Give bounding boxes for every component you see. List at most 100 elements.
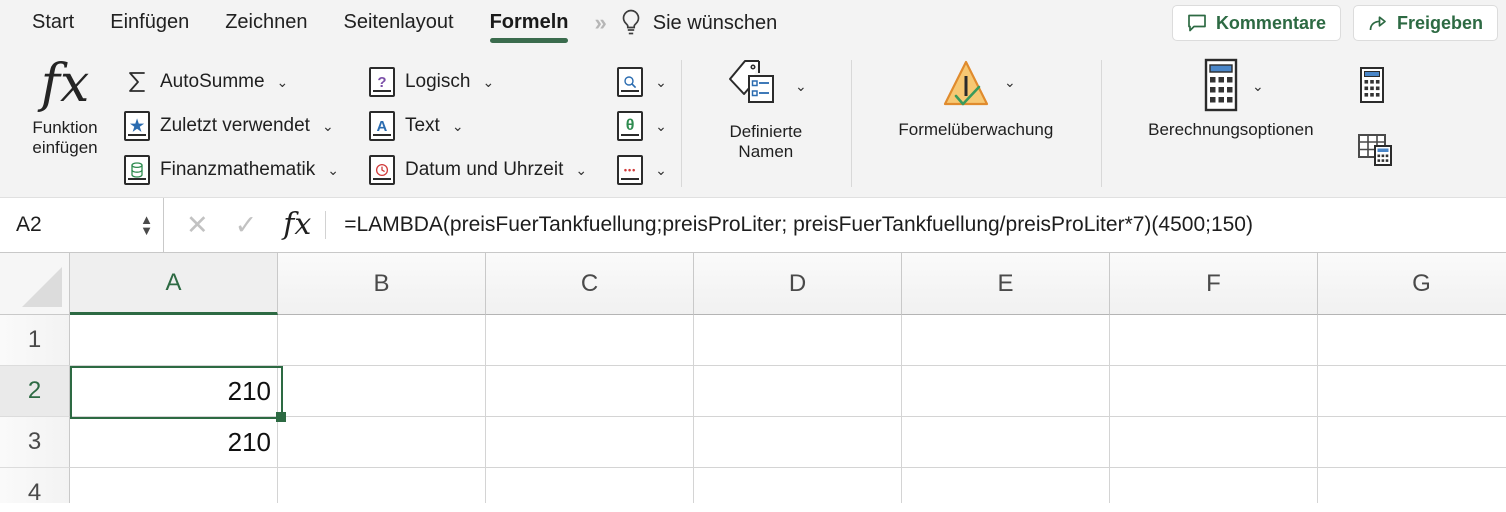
cell-a3[interactable]: 210 (70, 417, 278, 468)
name-box[interactable]: A2 ▲ ▼ (0, 198, 164, 252)
chevron-down-icon[interactable]: ⌄ (452, 118, 464, 135)
recently-used-button[interactable]: ★ Zuletzt verwendet ⌄ (120, 104, 343, 148)
cell-f3[interactable] (1110, 417, 1318, 468)
cell-c4[interactable] (486, 468, 694, 503)
text-label: Text (404, 115, 440, 136)
calculation-options-icon-wrap: ⌄ (1198, 56, 1264, 114)
cell-e4[interactable] (902, 468, 1110, 503)
name-box-spinner[interactable]: ▲ ▼ (140, 213, 153, 237)
accept-check-icon[interactable]: ✓ (235, 211, 258, 239)
column-header-b[interactable]: B (278, 253, 486, 315)
calculate-sheet-button[interactable] (1357, 132, 1393, 166)
column-header-row: A B C D E F G (0, 253, 1506, 315)
column-header-c[interactable]: C (486, 253, 694, 315)
row-header-4[interactable]: 4 (0, 468, 70, 503)
function-library-icon-column: ⌄ θ ⌄ ••• ⌄ (613, 52, 671, 192)
cell-f1[interactable] (1110, 315, 1318, 366)
recent-star-book-icon: ★ (124, 111, 150, 141)
chevron-down-icon[interactable]: ⌄ (655, 162, 667, 179)
chevron-down-icon[interactable]: ⌄ (655, 74, 667, 91)
spinner-down-icon[interactable]: ▼ (140, 224, 153, 237)
cell-b4[interactable] (278, 468, 486, 503)
cell-b3[interactable] (278, 417, 486, 468)
cell-a4[interactable] (70, 468, 278, 503)
cell-b1[interactable] (278, 315, 486, 366)
chevron-down-icon[interactable]: ⌄ (277, 74, 289, 91)
calculation-options-button[interactable]: ⌄ Berechnungsoptionen (1111, 52, 1351, 140)
cell-a2[interactable]: 210 (70, 366, 278, 417)
formula-bar-buttons: ✕ ✓ fx (164, 198, 325, 252)
share-button[interactable]: Freigeben (1352, 5, 1498, 41)
cell-b2[interactable] (278, 366, 486, 417)
cell-d1[interactable] (694, 315, 902, 366)
cell-e1[interactable] (902, 315, 1110, 366)
row-header-3[interactable]: 3 (0, 417, 70, 468)
chevron-down-icon[interactable]: ⌄ (1004, 74, 1016, 91)
financial-button[interactable]: Finanzmathematik ⌄ (120, 148, 343, 192)
chevron-down-icon[interactable]: ⌄ (482, 74, 494, 91)
cell-f4[interactable] (1110, 468, 1318, 503)
cell-g4[interactable] (1318, 468, 1506, 503)
column-header-d[interactable]: D (694, 253, 902, 315)
tab-start[interactable]: Start (14, 0, 92, 46)
cell-f2[interactable] (1110, 366, 1318, 417)
tell-me-search[interactable]: Sie wünschen (615, 8, 777, 38)
table-row: 1 (0, 315, 1506, 366)
row-header-1[interactable]: 1 (0, 315, 70, 366)
cell-c2[interactable] (486, 366, 694, 417)
date-time-button[interactable]: Datum und Uhrzeit ⌄ (365, 148, 591, 192)
tab-zeichnen[interactable]: Zeichnen (207, 0, 325, 46)
cell-e3[interactable] (902, 417, 1110, 468)
chevron-down-icon[interactable]: ⌄ (655, 118, 667, 135)
comments-button[interactable]: Kommentare (1171, 5, 1341, 41)
cell-d3[interactable] (694, 417, 902, 468)
more-functions-button[interactable]: ••• ⌄ (613, 148, 671, 192)
fx-icon[interactable]: fx (283, 210, 311, 240)
chevron-down-icon[interactable]: ⌄ (322, 118, 334, 135)
formula-auditing-button[interactable]: ⌄ Formelüberwachung (861, 52, 1091, 140)
cell-g2[interactable] (1318, 366, 1506, 417)
calculate-sheet-icon (1357, 132, 1393, 166)
autosum-button[interactable]: AutoSumme ⌄ (120, 60, 343, 104)
column-header-g[interactable]: G (1318, 253, 1506, 315)
chevron-down-icon[interactable]: ⌄ (795, 78, 807, 95)
chevron-down-icon[interactable]: ⌄ (327, 162, 339, 179)
column-header-f[interactable]: F (1110, 253, 1318, 315)
tab-overflow-chevron-icon[interactable]: » (586, 10, 614, 36)
cell-g1[interactable] (1318, 315, 1506, 366)
tab-seitenlayout[interactable]: Seitenlayout (326, 0, 472, 46)
share-arrow-icon (1368, 13, 1388, 33)
column-header-a[interactable]: A (70, 253, 278, 315)
cell-c1[interactable] (486, 315, 694, 366)
cell-c3[interactable] (486, 417, 694, 468)
cell-d4[interactable] (694, 468, 902, 503)
calculate-now-button[interactable] (1357, 66, 1393, 104)
formula-input[interactable]: =LAMBDA(preisFuerTankfuellung;preisProLi… (326, 198, 1506, 252)
comment-bubble-icon (1187, 13, 1207, 33)
defined-names-button[interactable]: ⌄ Definierte Namen (691, 52, 841, 163)
cell-e2[interactable] (902, 366, 1110, 417)
cancel-x-icon[interactable]: ✕ (186, 211, 209, 239)
tab-label: Seitenlayout (343, 11, 454, 33)
lookup-reference-button[interactable]: ⌄ (613, 60, 671, 104)
cell-d2[interactable] (694, 366, 902, 417)
math-trig-icon: θ (617, 111, 644, 141)
text-button[interactable]: A Text ⌄ (365, 104, 591, 148)
tab-einfuegen[interactable]: Einfügen (92, 0, 207, 46)
table-row: 3 210 (0, 417, 1506, 468)
chevron-down-icon[interactable]: ⌄ (1252, 78, 1264, 95)
formula-bar: A2 ▲ ▼ ✕ ✓ fx =LAMBDA(preisFuerTankfuell… (0, 198, 1506, 253)
chevron-down-icon[interactable]: ⌄ (575, 162, 587, 179)
share-label: Freigeben (1396, 12, 1483, 33)
name-tag-icon (725, 56, 787, 116)
math-trig-button[interactable]: θ ⌄ (613, 104, 671, 148)
select-all-corner[interactable] (0, 253, 70, 315)
column-header-e[interactable]: E (902, 253, 1110, 315)
insert-function-button[interactable]: fx Funktion einfügen (10, 52, 120, 157)
row-header-2[interactable]: 2 (0, 366, 70, 417)
tab-label: Start (32, 11, 75, 33)
logical-button[interactable]: ? Logisch ⌄ (365, 60, 591, 104)
cell-g3[interactable] (1318, 417, 1506, 468)
tab-formeln[interactable]: Formeln (472, 0, 587, 46)
cell-a1[interactable] (70, 315, 278, 366)
